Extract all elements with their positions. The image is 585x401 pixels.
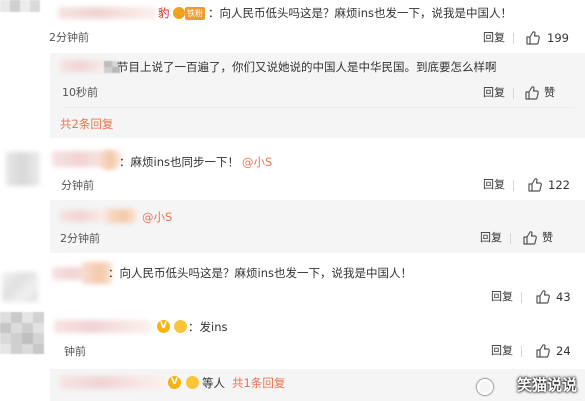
reply-username-decoration: [106, 209, 136, 223]
like-count: 122: [548, 178, 570, 192]
verified-icon: V: [168, 376, 181, 389]
reply-button[interactable]: 回复: [483, 31, 505, 45]
username[interactable]: [54, 320, 150, 333]
watermark-logo-icon: [477, 379, 493, 395]
like-count: 199: [547, 31, 569, 45]
like-count: 43: [556, 290, 571, 304]
user-level-icon: [173, 7, 185, 19]
divider: [521, 346, 522, 357]
verified-icon: V: [157, 320, 170, 333]
like-icon[interactable]: [535, 343, 551, 359]
comment-text: ：麻烦ins也同步一下！: [119, 155, 239, 169]
divider: [521, 292, 522, 303]
like-count: 24: [556, 344, 571, 358]
reply-time: 10秒前: [62, 86, 98, 99]
avatar[interactable]: [0, 312, 44, 354]
like-label[interactable]: 赞: [542, 231, 553, 245]
like-label[interactable]: 赞: [544, 86, 555, 100]
comment-text: ：发ins: [188, 320, 228, 334]
reply-button[interactable]: 回复: [491, 344, 513, 358]
comment-time: 钟前: [64, 345, 86, 358]
comment-text: ：向人民币低头吗这是？麻烦ins也发一下，说我是中国人！: [108, 266, 412, 280]
reply-button[interactable]: 回复: [491, 290, 513, 304]
divider: [513, 33, 514, 44]
emoji-icon: [174, 320, 187, 333]
like-icon[interactable]: [524, 85, 540, 101]
username[interactable]: [58, 7, 156, 19]
reply-text: 节目上说了一百遍了，你们又说她说的中国人是中华民国。到底要怎么样啊: [117, 60, 497, 74]
comment-text: ：向人民币低头吗这是？麻烦ins也发一下，说我是中国人！: [208, 6, 512, 20]
like-icon[interactable]: [522, 230, 538, 246]
fan-badge: 铁粉: [185, 7, 205, 20]
comment-time: 分钟前: [61, 179, 94, 192]
divider: [60, 107, 575, 108]
avatar[interactable]: [6, 152, 40, 186]
reply-time: 2分钟前: [60, 232, 100, 245]
avatar[interactable]: [2, 272, 38, 302]
reply-button[interactable]: 回复: [483, 86, 505, 100]
mention-link[interactable]: @小S: [242, 155, 272, 169]
more-replies-link[interactable]: 共2条回复: [60, 117, 113, 131]
reply-box: [50, 200, 585, 253]
username-decoration: [98, 150, 120, 170]
divider: [513, 180, 514, 191]
more-replies-link[interactable]: 共1条回复: [232, 376, 285, 390]
like-icon[interactable]: [535, 289, 551, 305]
reply-button[interactable]: 回复: [483, 178, 505, 192]
divider: [513, 88, 514, 99]
reply-username[interactable]: [60, 376, 164, 389]
reply-username[interactable]: [60, 210, 110, 222]
watermark: 笑猫说说: [516, 376, 577, 394]
username-suffix[interactable]: 豹: [158, 6, 170, 20]
avatar[interactable]: [0, 0, 40, 12]
reply-button[interactable]: 回复: [480, 231, 502, 245]
divider: [510, 233, 511, 244]
comment-time: 2分钟前: [49, 31, 89, 44]
mention-link[interactable]: @小S: [142, 210, 172, 224]
emoji-icon: [186, 376, 199, 389]
reply-text: 等人: [202, 376, 225, 390]
like-icon[interactable]: [527, 177, 543, 193]
like-icon[interactable]: [525, 30, 541, 46]
